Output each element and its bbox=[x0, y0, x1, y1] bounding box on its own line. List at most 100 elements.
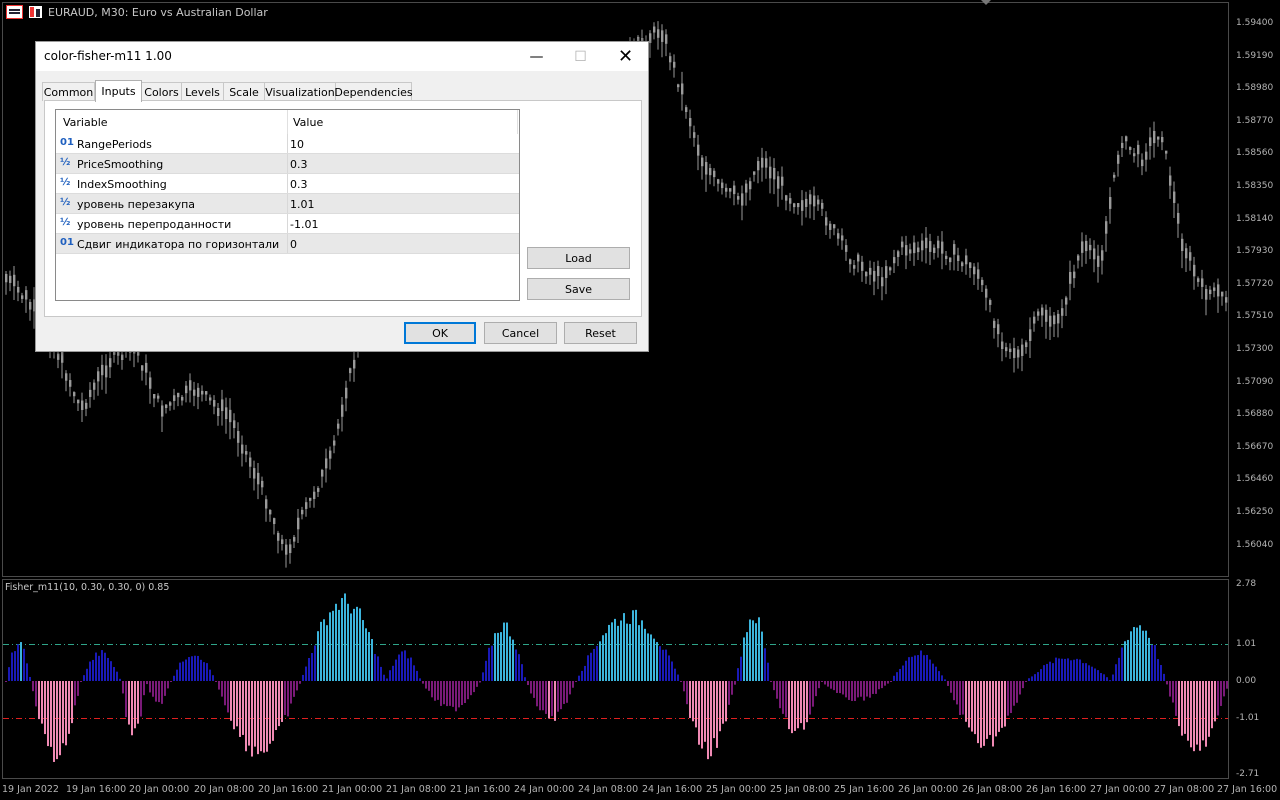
input-row[interactable]: 01 Сдвиг индикатора по горизонтали в ... 0 bbox=[56, 234, 519, 254]
histogram-bar bbox=[98, 655, 100, 681]
candle-body bbox=[349, 368, 352, 374]
reset-button[interactable]: Reset bbox=[564, 322, 637, 344]
tab-levels[interactable]: Levels bbox=[181, 82, 224, 101]
indicator-axis-label: -1.01 bbox=[1236, 713, 1260, 723]
candle-body bbox=[977, 269, 980, 279]
param-value[interactable]: 0 bbox=[290, 238, 297, 251]
histogram-bar bbox=[446, 681, 448, 707]
histogram-bar bbox=[1085, 663, 1087, 681]
load-button[interactable]: Load bbox=[527, 247, 630, 269]
column-variable[interactable]: Variable bbox=[63, 116, 108, 129]
candle-body bbox=[185, 385, 188, 394]
candle-body bbox=[205, 391, 208, 395]
histogram-bar bbox=[1118, 657, 1120, 681]
param-value[interactable]: 0.3 bbox=[290, 178, 308, 191]
histogram-bar bbox=[278, 681, 280, 727]
histogram-bar bbox=[818, 681, 820, 689]
tab-common[interactable]: Common bbox=[42, 82, 95, 101]
minimize-button[interactable]: — bbox=[514, 42, 559, 71]
tab-colors[interactable]: Colors bbox=[141, 82, 182, 101]
candle-body bbox=[137, 351, 140, 356]
candle-body bbox=[1149, 137, 1152, 146]
histogram-bar bbox=[317, 631, 319, 681]
inputs-panel: Variable Value 01 RangePeriods 10 ½ PriceSmo… bbox=[44, 100, 642, 317]
candle-body bbox=[61, 350, 64, 363]
tab-inputs[interactable]: Inputs bbox=[95, 80, 142, 102]
candle-body bbox=[825, 217, 828, 226]
histogram-bar bbox=[776, 681, 778, 699]
histogram-bar bbox=[311, 652, 313, 681]
candle-body bbox=[677, 84, 680, 88]
tab-dependencies[interactable]: Dependencies bbox=[334, 82, 413, 101]
histogram-bar bbox=[11, 652, 13, 681]
ok-button[interactable]: OK bbox=[404, 322, 476, 344]
histogram-bar bbox=[548, 681, 550, 719]
input-row[interactable]: ½ IndexSmoothing 0.3 bbox=[56, 174, 519, 194]
histogram-bar bbox=[605, 633, 607, 681]
histogram-bar bbox=[392, 665, 394, 681]
time-axis-label: 25 Jan 16:00 bbox=[834, 784, 895, 795]
candle-body bbox=[281, 539, 284, 544]
input-row[interactable]: 01 RangePeriods 10 bbox=[56, 134, 519, 154]
param-type-icon: 01 bbox=[60, 137, 74, 148]
maximize-button[interactable]: ☐ bbox=[558, 42, 603, 71]
candle-body bbox=[913, 242, 916, 254]
candle-body bbox=[13, 274, 16, 287]
histogram-bar bbox=[668, 655, 670, 681]
histogram-bar bbox=[116, 671, 118, 681]
input-row[interactable]: ½ уровень перезакупа 1.01 bbox=[56, 194, 519, 214]
histogram-bar bbox=[560, 681, 562, 710]
time-axis-label: 26 Jan 00:00 bbox=[898, 784, 959, 795]
symbol-menu-icon[interactable] bbox=[6, 5, 23, 19]
histogram-bar bbox=[965, 681, 967, 722]
histogram-bar bbox=[1052, 663, 1054, 681]
histogram-bar bbox=[1055, 657, 1057, 681]
candle-body bbox=[97, 371, 100, 382]
tab-visualization[interactable]: Visualization bbox=[264, 82, 336, 101]
candle-body bbox=[269, 509, 272, 515]
histogram-bar bbox=[845, 681, 847, 698]
candle-body bbox=[661, 30, 664, 42]
histogram-bar bbox=[977, 681, 979, 744]
save-button[interactable]: Save bbox=[527, 278, 630, 300]
cancel-button[interactable]: Cancel bbox=[484, 322, 557, 344]
price-axis-label: 1.59190 bbox=[1236, 50, 1274, 61]
tab-scale[interactable]: Scale bbox=[223, 82, 265, 101]
trade-icon[interactable] bbox=[29, 6, 42, 18]
param-type-icon: 01 bbox=[60, 237, 74, 248]
time-axis-label: 20 Jan 00:00 bbox=[129, 784, 190, 795]
candle-body bbox=[161, 405, 164, 417]
histogram-bar bbox=[170, 681, 172, 682]
candle-body bbox=[993, 320, 996, 328]
param-value[interactable]: 10 bbox=[290, 138, 304, 151]
histogram-bar bbox=[89, 661, 91, 681]
histogram-bar bbox=[809, 681, 811, 715]
time-axis-label: 19 Jan 2022 bbox=[2, 784, 59, 795]
param-value[interactable]: 1.01 bbox=[290, 198, 315, 211]
histogram-bar bbox=[947, 681, 949, 686]
histogram-bar bbox=[491, 645, 493, 681]
histogram-bar bbox=[665, 649, 667, 681]
histogram-bar bbox=[1076, 658, 1078, 681]
price-axis-label: 1.57930 bbox=[1236, 246, 1274, 257]
histogram-bar bbox=[362, 620, 364, 681]
chart-header: EURAUD, M30: Euro vs Australian Dollar bbox=[0, 0, 268, 24]
candle-body bbox=[1169, 175, 1172, 186]
close-button[interactable]: ✕ bbox=[603, 42, 648, 71]
histogram-bar bbox=[212, 675, 214, 681]
candle-body bbox=[973, 266, 976, 275]
input-row[interactable]: ½ уровень перепроданности -1.01 bbox=[56, 214, 519, 234]
histogram-bar bbox=[1112, 674, 1114, 681]
histogram-bar bbox=[137, 681, 139, 724]
histogram-bar bbox=[1094, 668, 1096, 681]
column-value[interactable]: Value bbox=[293, 116, 323, 129]
param-value[interactable]: 0.3 bbox=[290, 158, 308, 171]
param-value[interactable]: -1.01 bbox=[290, 218, 318, 231]
histogram-bar bbox=[251, 681, 253, 757]
candle-body bbox=[889, 267, 892, 271]
input-row[interactable]: ½ PriceSmoothing 0.3 bbox=[56, 154, 519, 174]
histogram-bar bbox=[1013, 681, 1015, 706]
dialog-titlebar[interactable]: color-fisher-m11 1.00 — ☐ ✕ bbox=[36, 42, 648, 71]
histogram-bar bbox=[254, 681, 256, 747]
time-axis-label: 20 Jan 08:00 bbox=[194, 784, 255, 795]
